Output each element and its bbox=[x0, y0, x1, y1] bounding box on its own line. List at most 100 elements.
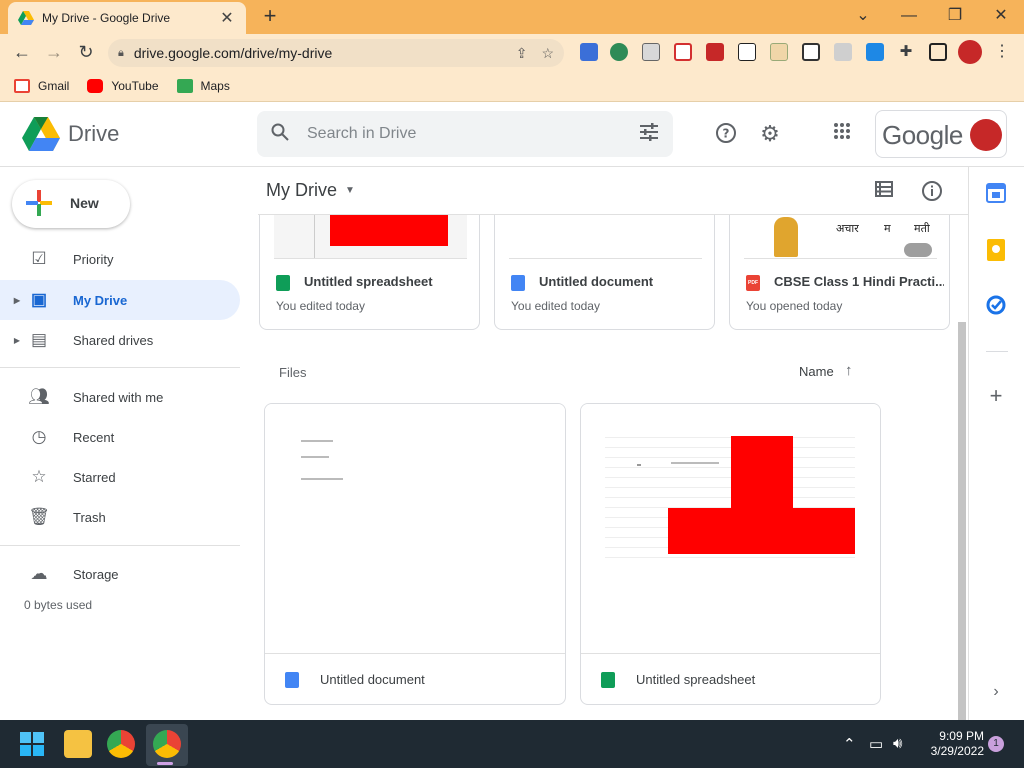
new-button-label: New bbox=[70, 195, 99, 211]
browser-menu-icon[interactable]: ⋮ bbox=[990, 40, 1014, 64]
extension-icon[interactable] bbox=[580, 43, 598, 61]
sidebar-item-starred[interactable]: ☆ Starred bbox=[0, 457, 240, 497]
sidebar-item-shared-drives[interactable]: ▶ ▤ Shared drives bbox=[0, 320, 240, 360]
file-activity: You opened today bbox=[746, 299, 843, 313]
address-bar[interactable]: 🔒︎ drive.google.com/drive/my-drive ⇪ ☆ bbox=[108, 39, 564, 67]
sidebar-divider bbox=[0, 367, 240, 368]
tasks-icon[interactable] bbox=[984, 295, 1008, 319]
extension-icon[interactable] bbox=[834, 43, 852, 61]
restore-button[interactable]: ❐ bbox=[932, 4, 978, 30]
expand-arrow-icon[interactable]: ▶ bbox=[10, 296, 24, 305]
expand-panel-chevron-icon[interactable]: › bbox=[984, 680, 1008, 704]
tab-search-icon[interactable]: ⌄ bbox=[840, 4, 886, 30]
file-activity: You edited today bbox=[276, 299, 365, 313]
tab-title: My Drive - Google Drive bbox=[42, 11, 171, 25]
browser-tab[interactable]: My Drive - Google Drive ✕ bbox=[8, 2, 246, 34]
notification-badge[interactable]: 1 bbox=[988, 736, 1004, 752]
active-indicator bbox=[157, 762, 173, 765]
expand-arrow-icon[interactable]: ▶ bbox=[10, 336, 24, 345]
my-drive-icon: ▣ bbox=[30, 290, 48, 309]
file-card[interactable]: Untitled spreadsheet bbox=[580, 403, 881, 705]
quick-access-card[interactable]: Untitled spreadsheet You edited today bbox=[259, 215, 480, 330]
extension-icon[interactable] bbox=[642, 43, 660, 61]
sidebar-divider bbox=[0, 545, 240, 546]
windows-start-icon[interactable] bbox=[20, 732, 44, 756]
file-thumbnail bbox=[274, 215, 467, 259]
file-card[interactable]: Untitled document bbox=[264, 403, 566, 705]
sort-direction-arrow-icon[interactable]: ↑ bbox=[845, 362, 853, 379]
shared-drives-icon: ▤ bbox=[30, 330, 48, 349]
quick-access-card[interactable]: अचार म मती PDF CBSE Class 1 Hindi Practi… bbox=[729, 215, 950, 330]
sidebar-item-trash[interactable]: 🗑︎ Trash bbox=[0, 497, 240, 537]
extension-icon[interactable] bbox=[770, 43, 788, 61]
reload-icon[interactable]: ↻ bbox=[74, 40, 98, 64]
bookmark-maps[interactable]: Maps bbox=[176, 78, 230, 93]
minimize-button[interactable]: — bbox=[886, 4, 932, 30]
new-tab-button[interactable]: + bbox=[258, 5, 282, 29]
network-icon[interactable]: ▭ bbox=[869, 735, 883, 753]
profile-avatar[interactable] bbox=[958, 40, 982, 64]
sidebar-item-my-drive[interactable]: ▶ ▣ My Drive bbox=[0, 280, 240, 320]
account-avatar[interactable] bbox=[970, 119, 1002, 151]
sort-by-button[interactable]: Name bbox=[799, 364, 834, 379]
search-options-icon[interactable] bbox=[639, 122, 659, 146]
bookmark-star-icon[interactable]: ☆ bbox=[541, 45, 554, 62]
side-panel-icon[interactable] bbox=[929, 43, 947, 61]
sidebar-item-recent[interactable]: ◷ Recent bbox=[0, 417, 240, 457]
quick-access-card[interactable]: Untitled document You edited today bbox=[494, 215, 715, 330]
search-input[interactable]: Search in Drive bbox=[307, 125, 639, 143]
drive-title: Drive bbox=[68, 121, 120, 146]
extension-icon[interactable] bbox=[802, 43, 820, 61]
clock-time: 9:09 PM bbox=[939, 729, 984, 743]
settings-gear-icon[interactable]: ⚙ bbox=[758, 122, 782, 146]
cloud-icon: ☁ bbox=[30, 564, 48, 583]
calendar-icon[interactable] bbox=[984, 183, 1008, 207]
drive-logo-icon[interactable] bbox=[22, 117, 60, 151]
keep-icon[interactable] bbox=[984, 239, 1008, 263]
trash-icon: 🗑︎ bbox=[28, 507, 50, 526]
account-switcher[interactable]: Google bbox=[875, 110, 1007, 158]
sheets-icon bbox=[601, 672, 615, 688]
extension-icon[interactable] bbox=[706, 43, 724, 61]
help-icon[interactable]: ? bbox=[714, 122, 738, 146]
extensions-puzzle-icon[interactable]: ✚ bbox=[894, 40, 918, 64]
file-explorer-icon[interactable] bbox=[64, 730, 92, 758]
side-panel-divider bbox=[986, 351, 1008, 352]
info-icon[interactable] bbox=[920, 180, 944, 204]
bookmark-gmail[interactable]: Gmail bbox=[14, 78, 69, 93]
add-addon-plus-icon[interactable]: + bbox=[984, 384, 1008, 408]
back-arrow-icon[interactable]: ← bbox=[10, 40, 34, 64]
share-icon[interactable]: ⇪ bbox=[516, 45, 528, 62]
scrollbar[interactable] bbox=[958, 322, 966, 720]
search-bar[interactable]: Search in Drive bbox=[257, 111, 673, 157]
extension-icon[interactable] bbox=[674, 43, 692, 61]
breadcrumb[interactable]: My Drive ▼ bbox=[266, 180, 355, 201]
tab-close-icon[interactable]: ✕ bbox=[218, 8, 236, 28]
apps-grid-icon[interactable] bbox=[830, 122, 854, 146]
chrome-profile-icon[interactable] bbox=[153, 730, 181, 758]
show-hidden-icons-chevron-icon[interactable]: ⌃ bbox=[843, 735, 856, 753]
sidebar-item-label: Storage bbox=[73, 566, 119, 582]
bookmark-youtube[interactable]: YouTube bbox=[87, 78, 159, 93]
extension-icon[interactable] bbox=[738, 43, 756, 61]
check-circle-icon: ☑ bbox=[31, 249, 47, 268]
volume-icon[interactable]: 🔊︎ bbox=[893, 735, 902, 752]
extension-icon[interactable] bbox=[866, 43, 884, 61]
close-window-button[interactable]: ✕ bbox=[978, 4, 1024, 30]
search-icon[interactable] bbox=[271, 123, 289, 146]
sidebar-item-label: Shared drives bbox=[73, 332, 154, 348]
sidebar-item-shared-with-me[interactable]: 👥︎ Shared with me bbox=[0, 377, 240, 417]
sidebar-item-storage[interactable]: ☁ Storage bbox=[0, 554, 240, 594]
list-view-icon[interactable] bbox=[872, 180, 896, 204]
gmail-icon bbox=[14, 78, 30, 93]
bookmark-label: Maps bbox=[200, 78, 230, 93]
extension-icon[interactable] bbox=[610, 43, 628, 61]
chevron-down-icon[interactable]: ▼ bbox=[345, 185, 355, 196]
drive-favicon-icon bbox=[18, 11, 34, 25]
new-button[interactable]: New bbox=[12, 180, 130, 228]
chrome-icon[interactable] bbox=[107, 730, 135, 758]
sidebar-item-priority[interactable]: ☑ Priority bbox=[0, 239, 240, 279]
forward-arrow-icon[interactable]: → bbox=[42, 40, 66, 64]
star-icon: ☆ bbox=[31, 467, 47, 486]
taskbar-clock[interactable]: 9:09 PM 3/29/2022 bbox=[922, 729, 984, 759]
